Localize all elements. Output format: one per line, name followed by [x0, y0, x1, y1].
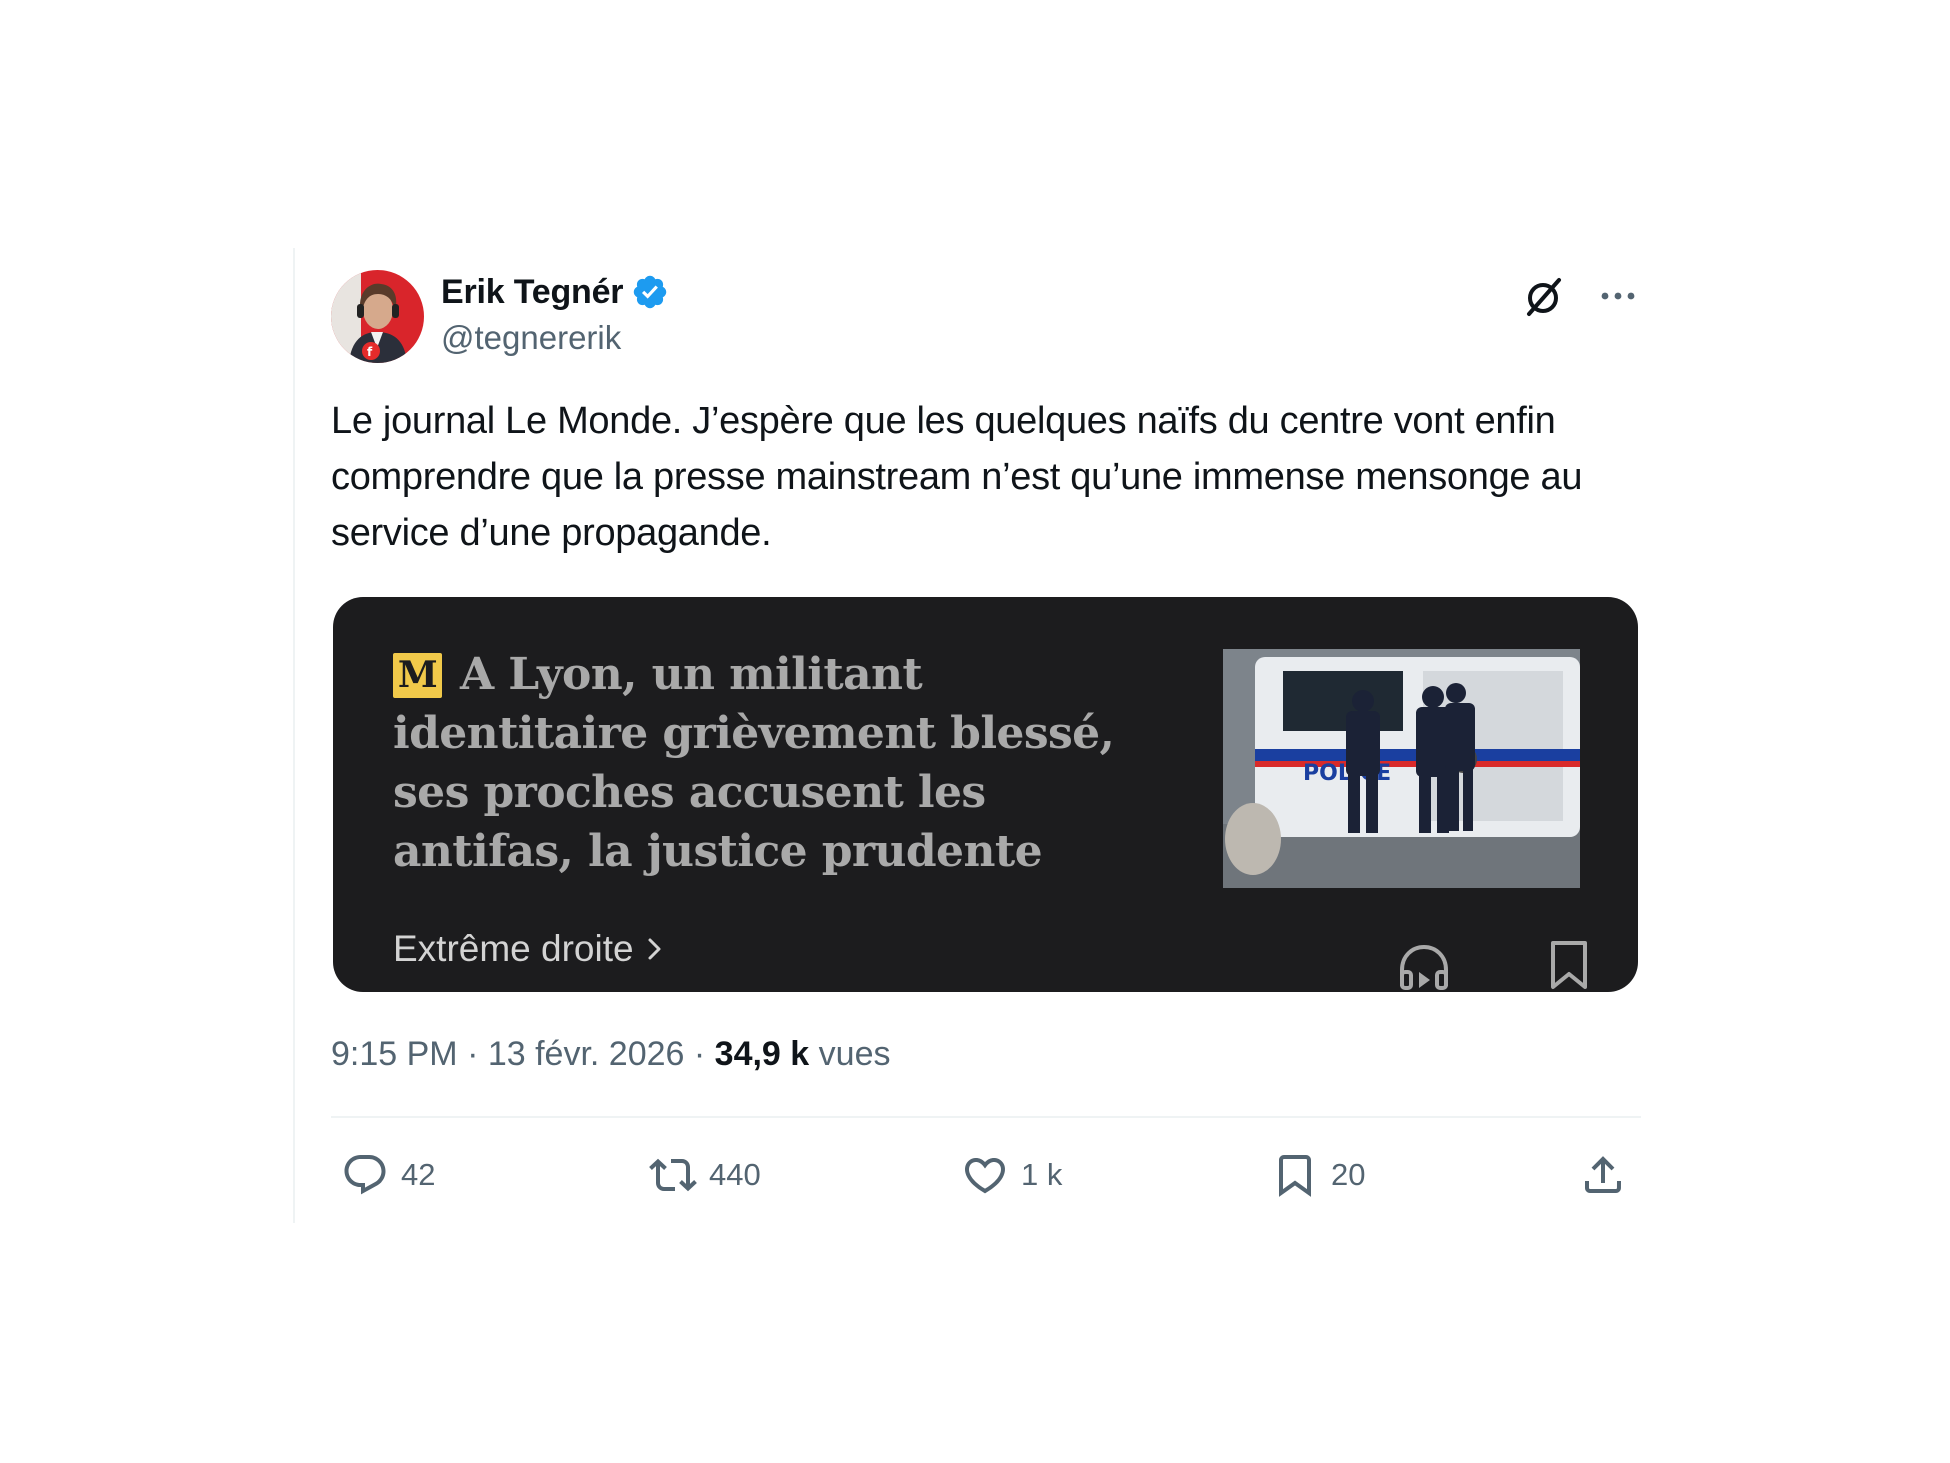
heart-icon [964, 1158, 1006, 1194]
share-button[interactable] [1579, 1150, 1627, 1200]
page: f Erik Tegnér @tegnererik Le journal Le … [0, 0, 1950, 1463]
repost-count: 440 [709, 1157, 761, 1192]
headphones-icon[interactable] [1397, 942, 1451, 992]
article-section-label[interactable]: Extrême droite [393, 927, 634, 971]
more-options-icon[interactable] [1598, 276, 1638, 318]
tweet[interactable]: f Erik Tegnér @tegnererik Le journal Le … [331, 268, 1641, 1236]
repost-button[interactable]: 440 [649, 1150, 761, 1200]
card-bookmark-icon[interactable] [1549, 940, 1589, 990]
le-monde-logo: M [393, 653, 442, 698]
meta-separator: · [684, 1035, 715, 1073]
share-icon [1585, 1156, 1621, 1193]
reply-count: 42 [401, 1157, 436, 1192]
article-headline-text[interactable]: A Lyon, un militant identitaire grièveme… [393, 649, 1115, 877]
tweet-meta: 9:15 PM · 13 févr. 2026 · 34,9 k vues [331, 1032, 1638, 1076]
verified-badge-icon [634, 275, 667, 309]
author-name[interactable]: Erik Tegnér [441, 272, 669, 312]
meta-separator: · [457, 1035, 488, 1073]
tweet-text: Le journal Le Monde. J’espère que les qu… [331, 400, 1583, 554]
chevron-right-icon [648, 938, 661, 960]
like-button[interactable]: 1 k [961, 1150, 1062, 1200]
repost-icon [649, 1158, 697, 1192]
views-label: vues [818, 1035, 891, 1073]
bookmark-count: 20 [1331, 1157, 1366, 1192]
tweet-time[interactable]: 9:15 PM [331, 1035, 458, 1073]
bookmark-icon [1279, 1155, 1311, 1197]
like-count: 1 k [1021, 1157, 1063, 1192]
svg-text:f: f [367, 345, 373, 359]
tweet-header: f Erik Tegnér @tegnererik [331, 268, 1638, 366]
article-headline[interactable]: MA Lyon, un militant identitaire grièvem… [393, 645, 1153, 881]
article-section-link[interactable]: Extrême droite [393, 927, 664, 971]
reply-button[interactable]: 42 [341, 1150, 435, 1200]
reply-icon [344, 1155, 386, 1195]
tweet-date[interactable]: 13 févr. 2026 [488, 1035, 685, 1073]
author-handle[interactable]: @tegnererik [441, 318, 621, 358]
views-count: 34,9 k [714, 1035, 810, 1073]
grok-icon[interactable] [1523, 276, 1565, 318]
action-bar: 42 440 1 k 20 [331, 1118, 1638, 1236]
avatar[interactable]: f [331, 270, 424, 363]
bookmark-button[interactable]: 20 [1271, 1150, 1365, 1200]
article-card[interactable]: MA Lyon, un militant identitaire grièvem… [333, 597, 1638, 992]
article-photo[interactable]: POLICE [1223, 649, 1580, 888]
timeline-border [293, 248, 295, 1223]
author-name-text[interactable]: Erik Tegnér [441, 272, 624, 312]
